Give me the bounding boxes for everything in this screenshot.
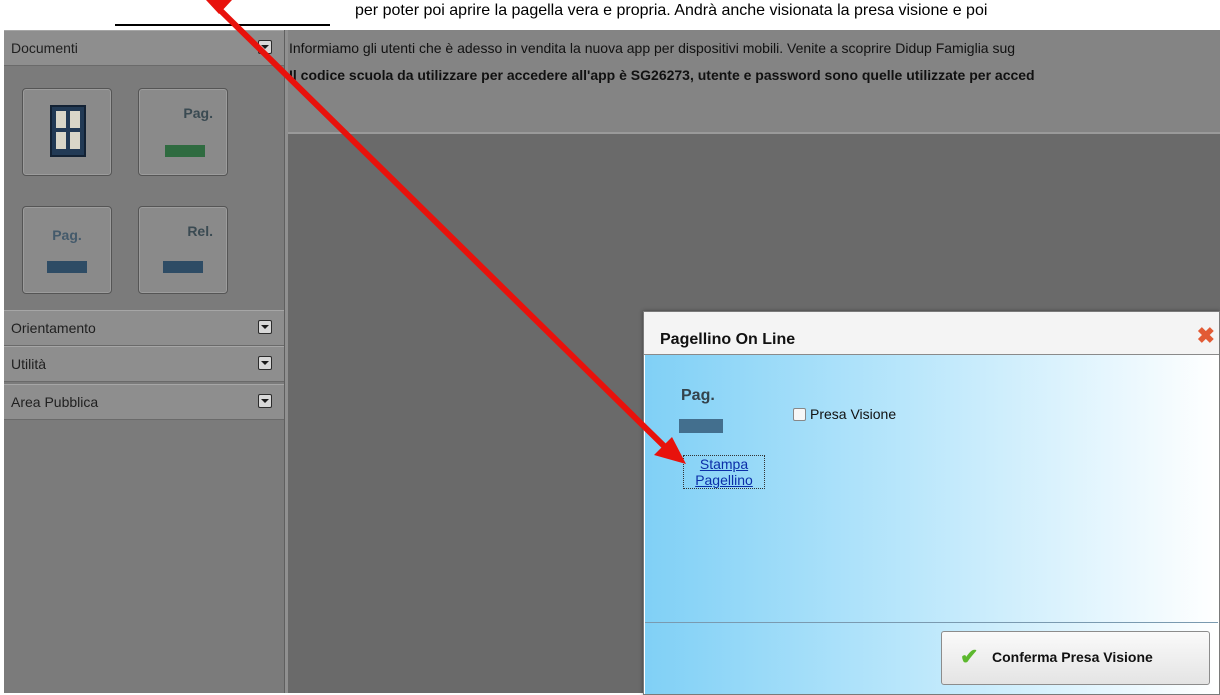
tile-pagella[interactable]: Pag. [138, 88, 228, 176]
relazione-icon [163, 261, 203, 273]
collapse-icon[interactable] [258, 40, 272, 54]
section-utilita[interactable]: Utilità [4, 346, 284, 382]
dialog-title: Pagellino On Line [660, 331, 796, 348]
tile-caption: Rel. [187, 223, 213, 239]
tile-caption: Pag. [183, 105, 213, 121]
top-instruction-strip: per poter poi aprire la pagella vera e p… [0, 0, 1220, 30]
stampa-pagellino-link[interactable]: Stampa Pagellino [683, 455, 765, 489]
bacheca-grid-icon [50, 105, 86, 157]
collapse-icon[interactable] [258, 320, 272, 334]
check-icon: ✔ [960, 644, 979, 669]
section-label: Documenti [11, 40, 78, 56]
notice-line-bold: Il codice scuola da utilizzare per acced… [289, 67, 1035, 83]
underline-fragment [115, 24, 330, 26]
conferma-presa-visione-button[interactable]: ✔ Conferma Presa Visione [941, 631, 1210, 685]
tile-bacheca[interactable] [22, 88, 112, 176]
sidebar: Documenti Pag. Pag. Rel. Orientamento Ut… [4, 30, 285, 693]
pagellino-icon [47, 261, 87, 273]
dialog-titlebar: Pagellino On Line ✖ [644, 312, 1219, 355]
section-label: Orientamento [11, 320, 96, 336]
pagellino-dialog: Pagellino On Line ✖ Pag. Stampa Pagellin… [643, 311, 1220, 695]
icon-bar [679, 419, 723, 433]
notice-banner: Informiamo gli utenti che è adesso in ve… [285, 30, 1220, 134]
close-icon[interactable]: ✖ [1197, 325, 1215, 347]
presa-visione-checkbox[interactable] [793, 408, 806, 421]
collapse-icon[interactable] [258, 356, 272, 370]
section-area-pubblica[interactable]: Area Pubblica [4, 384, 284, 420]
panel-divider [285, 30, 288, 693]
pagellino-icon[interactable]: Pag. [677, 383, 725, 441]
footer-divider [645, 622, 1218, 623]
collapse-icon[interactable] [258, 394, 272, 408]
dialog-body: Pag. Stampa Pagellino Presa Visione ✔ Co… [645, 355, 1218, 694]
section-label: Area Pubblica [11, 394, 99, 410]
tile-pagellino[interactable]: Pag. [22, 206, 112, 294]
section-label: Utilità [11, 356, 47, 372]
icon-caption: Pag. [681, 387, 715, 404]
instruction-text: per poter poi aprire la pagella vera e p… [355, 2, 988, 19]
presa-visione-label: Presa Visione [810, 406, 897, 422]
pagella-green-icon [165, 145, 205, 157]
notice-line: Informiamo gli utenti che è adesso in ve… [289, 40, 1016, 56]
section-documenti[interactable]: Documenti [4, 30, 284, 66]
tile-relazione[interactable]: Rel. [138, 206, 228, 294]
section-orientamento[interactable]: Orientamento [4, 310, 284, 346]
button-label: Conferma Presa Visione [992, 649, 1153, 665]
tile-caption: Pag. [52, 227, 82, 243]
